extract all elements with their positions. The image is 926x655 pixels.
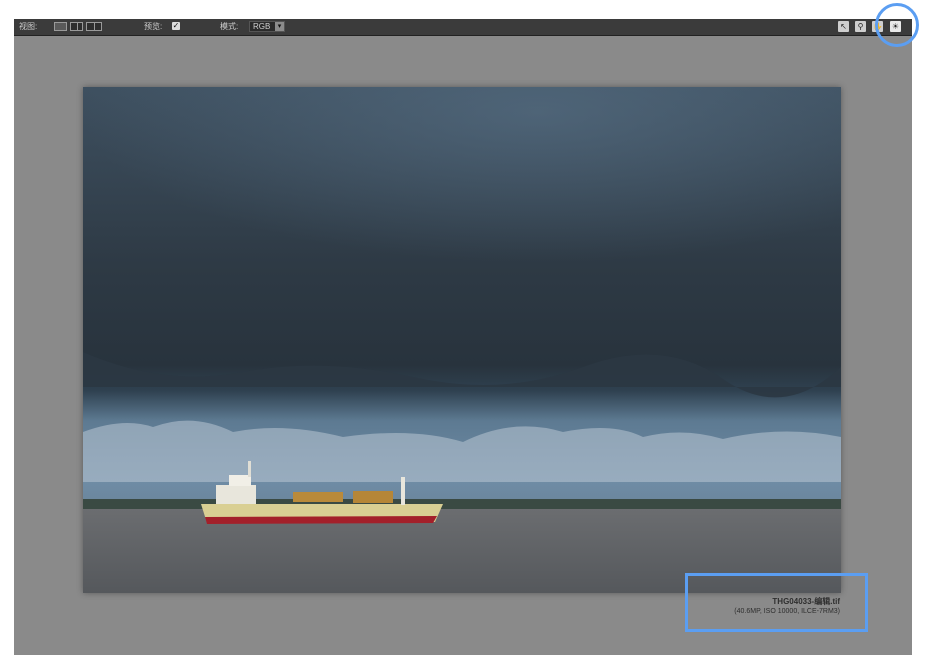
- mode-select[interactable]: RGB ▾: [249, 21, 285, 32]
- single-view-icon[interactable]: [54, 22, 67, 31]
- pointer-icon[interactable]: ↖: [838, 21, 849, 32]
- editor-window: 视图: 预览: ✓ 模式: RGB ▾ ↖ ⚲ ✋ ☀ THG04033-编辑.…: [14, 19, 912, 655]
- zoom-icon[interactable]: ⚲: [855, 21, 866, 32]
- top-toolbar: 视图: 预览: ✓ 模式: RGB ▾ ↖ ⚲ ✋ ☀: [14, 19, 912, 36]
- landscape-photo: [83, 87, 841, 593]
- preview-label: 预览:: [144, 22, 163, 31]
- split-view-icon[interactable]: [86, 22, 102, 31]
- sky-glow: [83, 87, 841, 337]
- mode-label: 模式:: [220, 22, 239, 31]
- preview-checkbox[interactable]: ✓: [172, 22, 180, 30]
- side-by-side-view-icon[interactable]: [70, 22, 83, 31]
- chevron-down-icon: ▾: [275, 22, 284, 31]
- view-label: 视图:: [19, 22, 38, 31]
- callout-box: [685, 573, 868, 632]
- callout-circle: [875, 3, 919, 47]
- mode-select-value: RGB: [253, 22, 271, 31]
- image-preview: [83, 87, 841, 593]
